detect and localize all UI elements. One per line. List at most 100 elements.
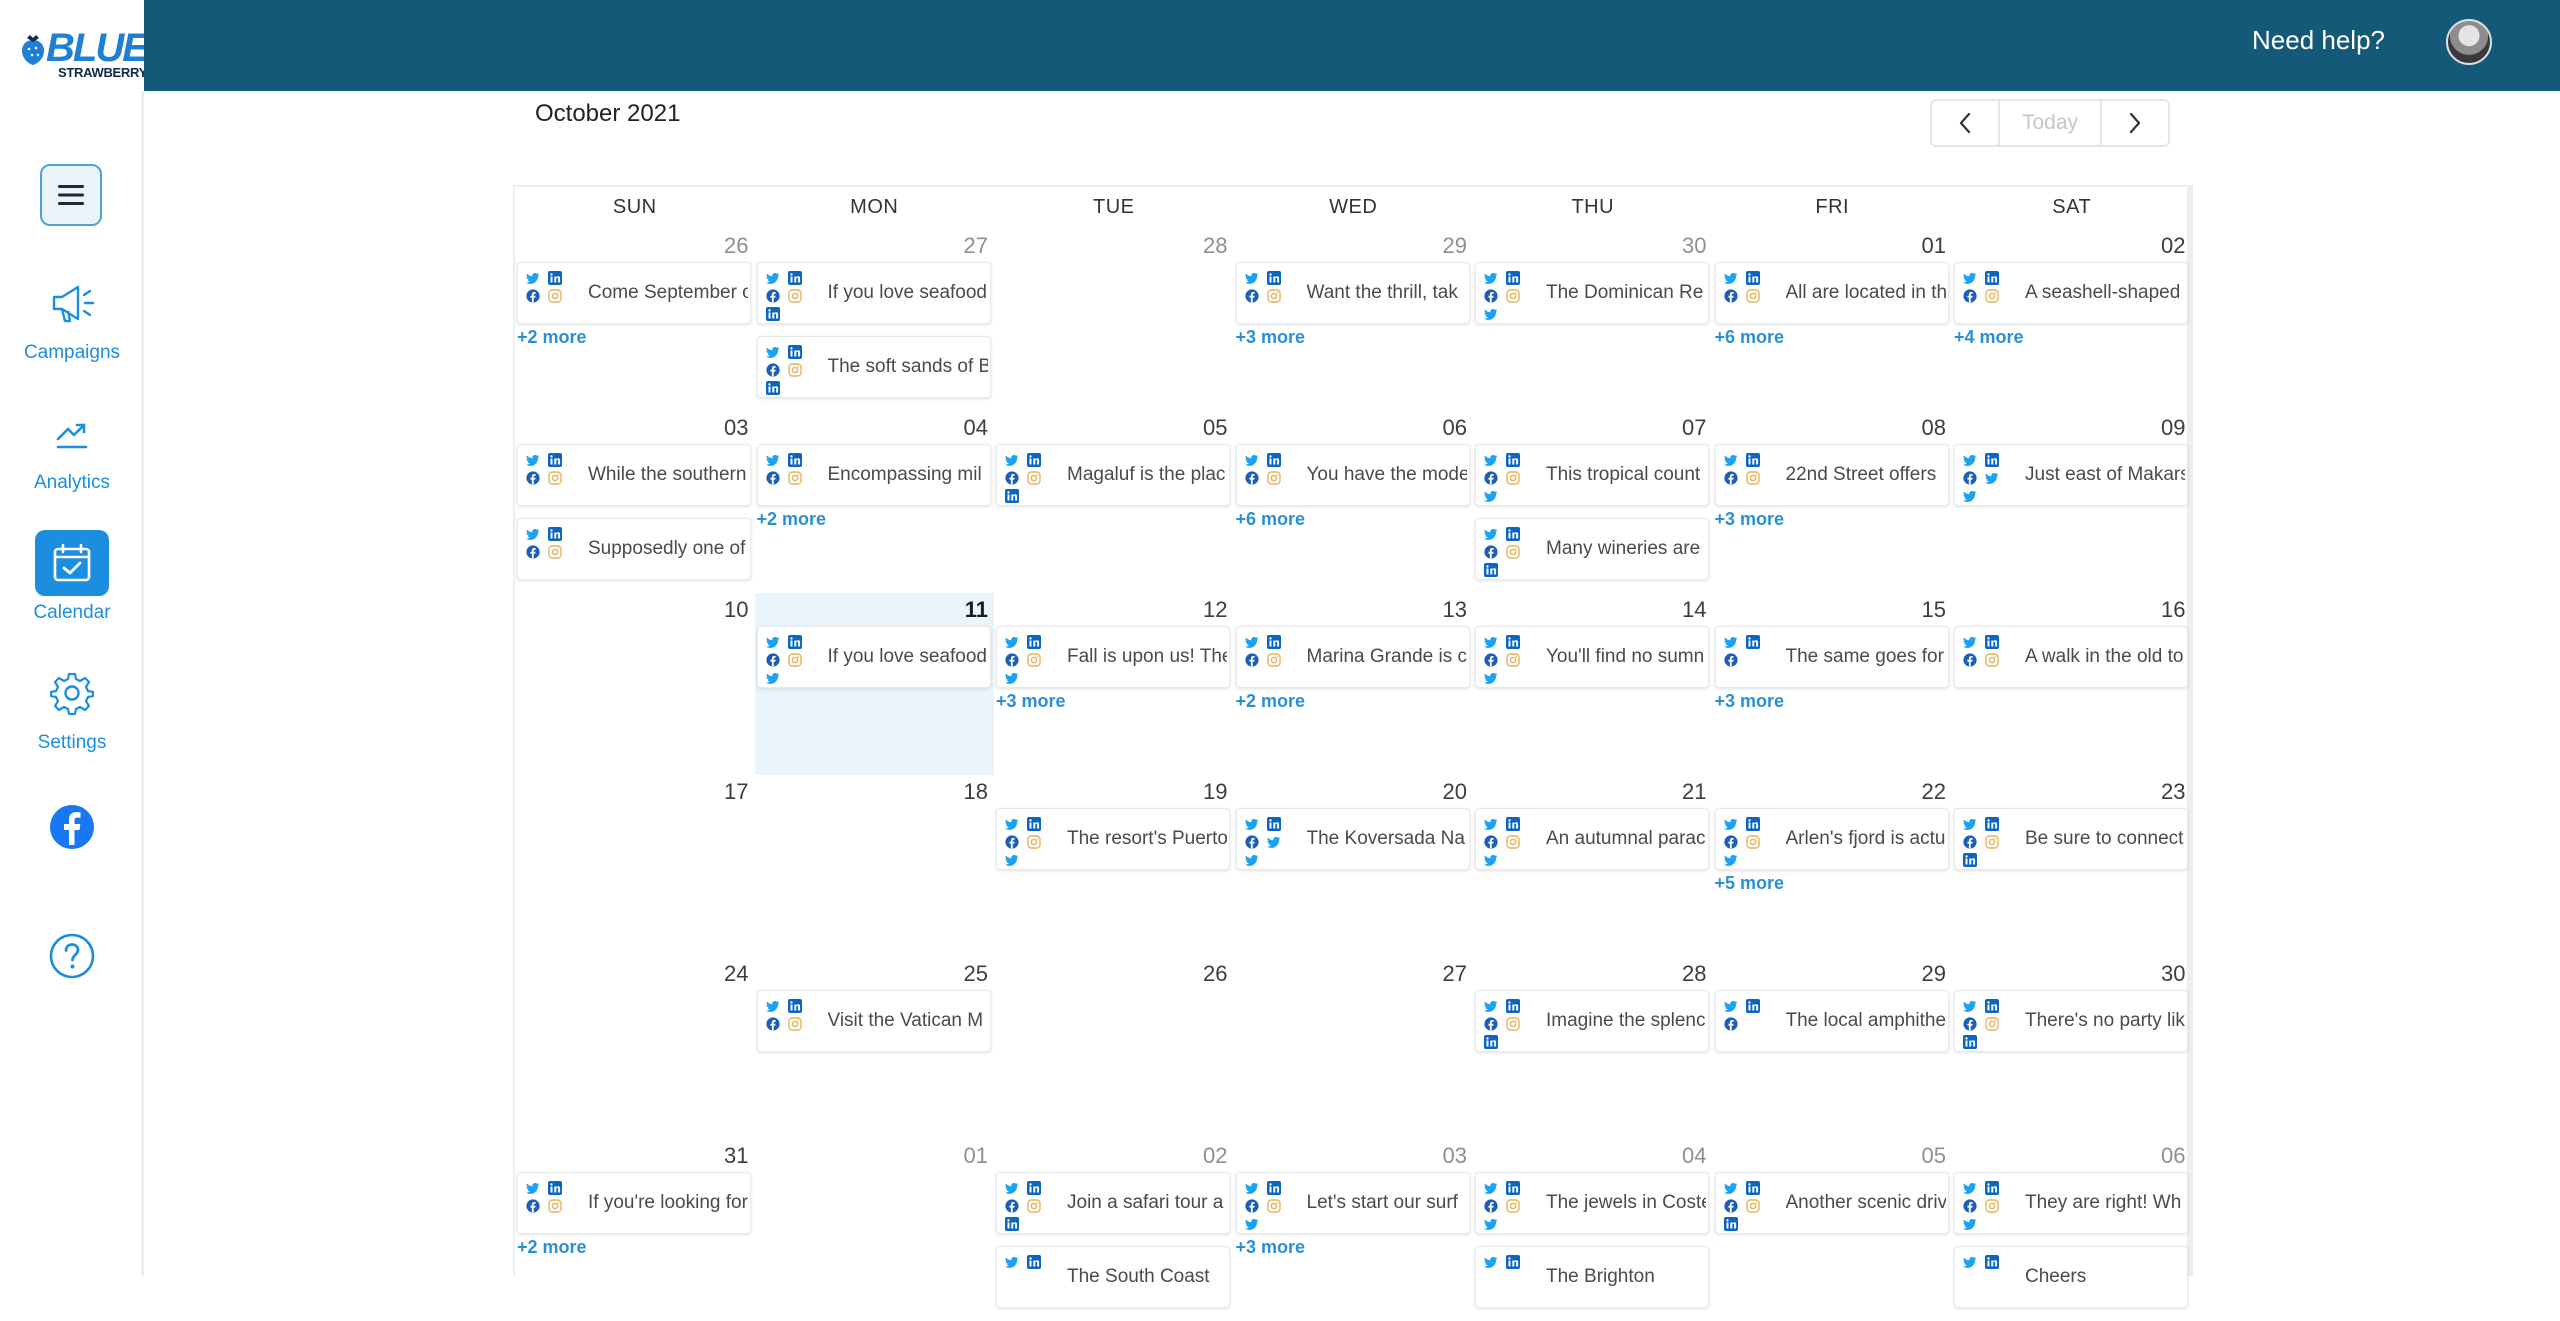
- scheduled-post[interactable]: A seashell-shaped: [1954, 262, 2188, 324]
- scheduled-post[interactable]: The local amphithe: [1714, 990, 1949, 1052]
- scheduled-post[interactable]: There's no party lik: [1954, 990, 2188, 1052]
- menu-toggle-button[interactable]: [40, 164, 102, 226]
- day-cell[interactable]: 28 Imagine the splenc: [1473, 957, 1713, 1139]
- day-cell[interactable]: 01: [755, 1139, 995, 1321]
- sidebar-item-calendar[interactable]: Calendar: [0, 530, 144, 624]
- day-cell[interactable]: 29 Want the thrill, tak +3 more: [1234, 229, 1474, 411]
- more-posts-link[interactable]: +6 more: [1715, 327, 1785, 348]
- today-button[interactable]: Today: [1998, 101, 2102, 145]
- day-cell[interactable]: 08 22nd Street offers +3 more: [1713, 411, 1953, 593]
- day-cell[interactable]: 13 Marina Grande is c +2 more: [1234, 593, 1474, 775]
- scheduled-post[interactable]: The Koversada Na: [1235, 808, 1470, 870]
- day-cell[interactable]: 26: [994, 957, 1234, 1139]
- more-posts-link[interactable]: +3 more: [996, 691, 1066, 712]
- day-cell[interactable]: 04 Encompassing mil +2 more: [755, 411, 995, 593]
- scheduled-post[interactable]: Supposedly one of: [517, 518, 751, 580]
- scheduled-post[interactable]: Marina Grande is c: [1235, 626, 1470, 688]
- day-cell[interactable]: 26 Come September o +2 more: [515, 229, 755, 411]
- day-cell[interactable]: 17: [515, 775, 755, 957]
- scheduled-post[interactable]: Imagine the splenc: [1475, 990, 1709, 1052]
- scheduled-post[interactable]: You'll find no sumn: [1475, 626, 1709, 688]
- user-avatar[interactable]: [2446, 19, 2492, 65]
- day-cell[interactable]: 06 You have the mode +6 more: [1234, 411, 1474, 593]
- scheduled-post[interactable]: All are located in th: [1714, 262, 1949, 324]
- scheduled-post[interactable]: The resort's Puerto: [996, 808, 1230, 870]
- sidebar-item-settings[interactable]: Settings: [0, 660, 144, 754]
- day-cell[interactable]: 29 The local amphithe: [1713, 957, 1953, 1139]
- day-cell[interactable]: 02 Join a safari tour a The South Coast: [994, 1139, 1234, 1321]
- scheduled-post[interactable]: They are right! Wh: [1954, 1172, 2188, 1234]
- scheduled-post[interactable]: 22nd Street offers: [1714, 444, 1949, 506]
- scheduled-post[interactable]: This tropical count: [1475, 444, 1709, 506]
- day-cell[interactable]: 07 This tropical count Many wineries are: [1473, 411, 1713, 593]
- scheduled-post[interactable]: Come September o: [517, 262, 751, 324]
- more-posts-link[interactable]: +4 more: [1954, 327, 2024, 348]
- day-cell[interactable]: 22 Arlen's fjord is actu +5 more: [1713, 775, 1953, 957]
- scheduled-post[interactable]: An autumnal parac: [1475, 808, 1709, 870]
- day-cell[interactable]: 09 Just east of Makars: [1952, 411, 2192, 593]
- help-link[interactable]: [0, 932, 144, 980]
- more-posts-link[interactable]: +5 more: [1715, 873, 1785, 894]
- day-cell[interactable]: 03 Let's start our surf +3 more: [1234, 1139, 1474, 1321]
- next-month-button[interactable]: [2102, 101, 2168, 145]
- scheduled-post[interactable]: Let's start our surf: [1235, 1172, 1470, 1234]
- scheduled-post[interactable]: Just east of Makars: [1954, 444, 2188, 506]
- facebook-link[interactable]: [0, 803, 144, 851]
- scheduled-post[interactable]: Cheers: [1954, 1246, 2188, 1308]
- scheduled-post[interactable]: The same goes for: [1714, 626, 1949, 688]
- scheduled-post[interactable]: A walk in the old to: [1954, 626, 2188, 688]
- scheduled-post[interactable]: Want the thrill, tak: [1235, 262, 1470, 324]
- sidebar-item-campaigns[interactable]: Campaigns: [0, 270, 144, 364]
- day-cell[interactable]: 20 The Koversada Na: [1234, 775, 1474, 957]
- day-cell[interactable]: 03 While the southern Supposedly one of: [515, 411, 755, 593]
- day-cell[interactable]: 27 If you love seafood The soft sands of B: [755, 229, 995, 411]
- previous-month-button[interactable]: [1932, 101, 1998, 145]
- day-cell[interactable]: 19 The resort's Puerto: [994, 775, 1234, 957]
- scheduled-post[interactable]: Magaluf is the plac: [996, 444, 1230, 506]
- day-cell[interactable]: 30 The Dominican Re: [1473, 229, 1713, 411]
- day-cell[interactable]: 11 If you love seafood: [754, 593, 994, 775]
- more-posts-link[interactable]: +6 more: [1236, 509, 1306, 530]
- day-cell[interactable]: 18: [755, 775, 995, 957]
- more-posts-link[interactable]: +2 more: [1236, 691, 1306, 712]
- sidebar-item-analytics[interactable]: Analytics: [0, 400, 144, 494]
- day-cell[interactable]: 24: [515, 957, 755, 1139]
- day-cell[interactable]: 23 Be sure to connect: [1952, 775, 2192, 957]
- scheduled-post[interactable]: If you're looking for: [517, 1172, 751, 1234]
- day-cell[interactable]: 30 There's no party lik: [1952, 957, 2192, 1139]
- scheduled-post[interactable]: Many wineries are: [1475, 518, 1709, 580]
- scheduled-post[interactable]: You have the mode: [1235, 444, 1470, 506]
- day-cell[interactable]: 21 An autumnal parac: [1473, 775, 1713, 957]
- day-cell[interactable]: 04 The jewels in Coste The Brighton: [1473, 1139, 1713, 1321]
- scheduled-post[interactable]: While the southern: [517, 444, 751, 506]
- day-cell[interactable]: 16 A walk in the old to: [1952, 593, 2192, 775]
- more-posts-link[interactable]: +3 more: [1715, 691, 1785, 712]
- scheduled-post[interactable]: Join a safari tour a: [996, 1172, 1230, 1234]
- scheduled-post[interactable]: Another scenic driv: [1714, 1172, 1949, 1234]
- day-cell[interactable]: 27: [1234, 957, 1474, 1139]
- day-cell[interactable]: 15 The same goes for +3 more: [1713, 593, 1953, 775]
- day-cell[interactable]: 31 If you're looking for +2 more: [515, 1139, 755, 1321]
- scheduled-post[interactable]: Be sure to connect: [1954, 808, 2188, 870]
- day-cell[interactable]: 12 Fall is upon us! The +3 more: [994, 593, 1234, 775]
- scheduled-post[interactable]: Visit the Vatican M: [756, 990, 991, 1052]
- day-cell[interactable]: 01 All are located in th +6 more: [1713, 229, 1953, 411]
- more-posts-link[interactable]: +2 more: [517, 1237, 587, 1258]
- scheduled-post[interactable]: The South Coast: [996, 1246, 1230, 1308]
- need-help-link[interactable]: Need help?: [2252, 25, 2385, 56]
- more-posts-link[interactable]: +3 more: [1715, 509, 1785, 530]
- more-posts-link[interactable]: +3 more: [1236, 1237, 1306, 1258]
- scheduled-post[interactable]: The Dominican Re: [1475, 262, 1709, 324]
- day-cell[interactable]: 02 A seashell-shaped +4 more: [1952, 229, 2192, 411]
- day-cell[interactable]: 05 Another scenic driv: [1713, 1139, 1953, 1321]
- day-cell[interactable]: 25 Visit the Vatican M: [755, 957, 995, 1139]
- scheduled-post[interactable]: Fall is upon us! The: [996, 626, 1230, 688]
- day-cell[interactable]: 05 Magaluf is the plac: [994, 411, 1234, 593]
- more-posts-link[interactable]: +3 more: [1236, 327, 1306, 348]
- more-posts-link[interactable]: +2 more: [757, 509, 827, 530]
- day-cell[interactable]: 06 They are right! Wh Cheers: [1952, 1139, 2192, 1321]
- scheduled-post[interactable]: The Brighton: [1475, 1246, 1709, 1308]
- more-posts-link[interactable]: +2 more: [517, 327, 587, 348]
- scheduled-post[interactable]: The soft sands of B: [756, 336, 991, 398]
- day-cell[interactable]: 10: [515, 593, 755, 775]
